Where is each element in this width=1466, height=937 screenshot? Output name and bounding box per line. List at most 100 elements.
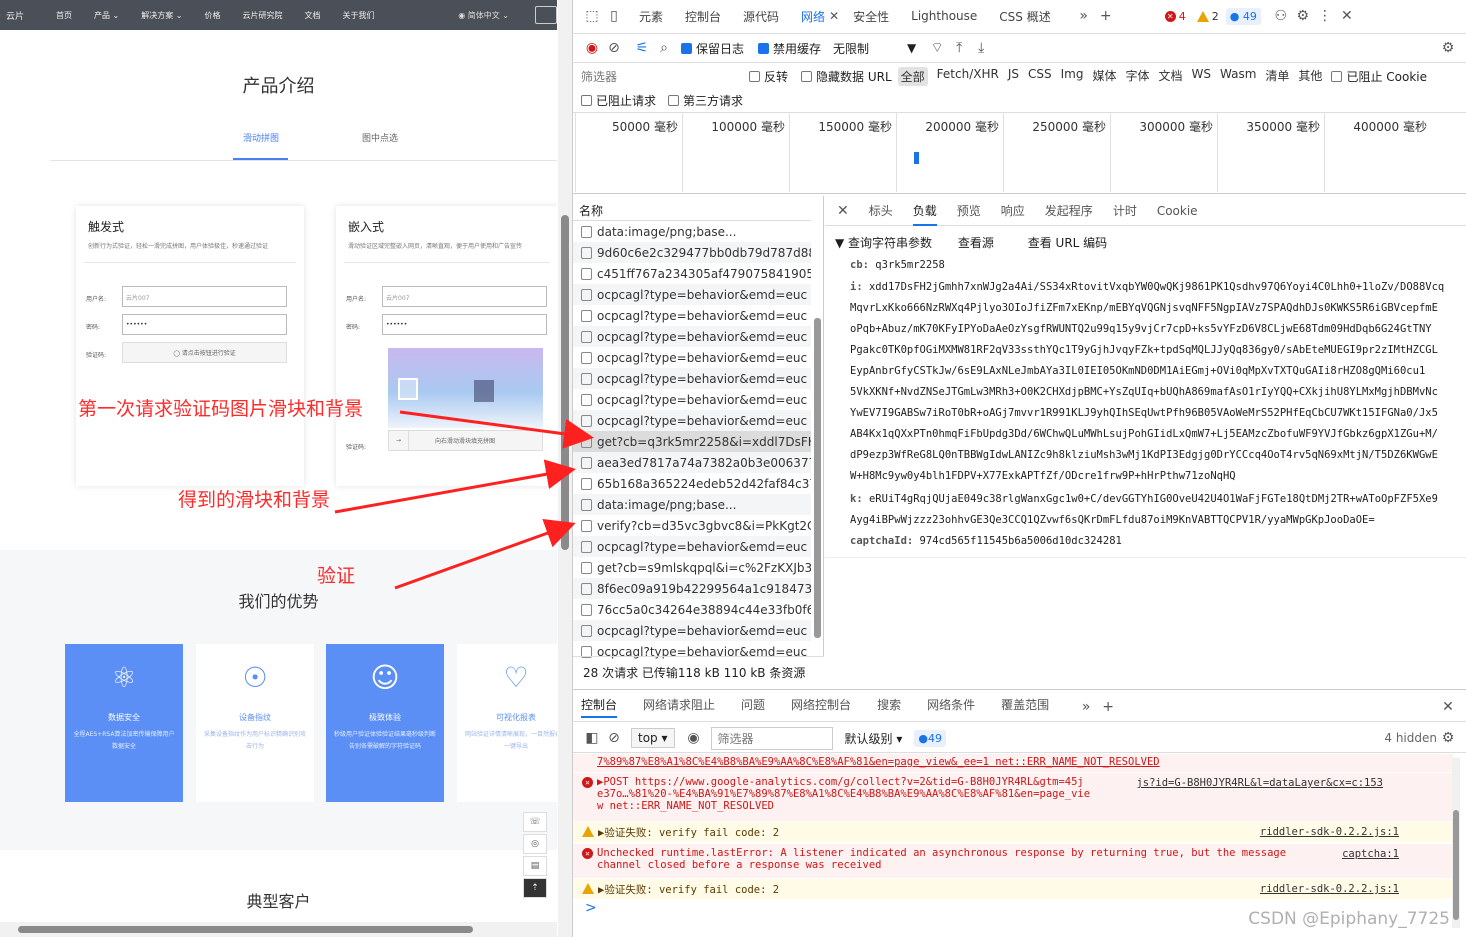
tab-initiator[interactable]: 发起程序 bbox=[1045, 202, 1093, 219]
console-source-link[interactable]: riddler-sdk-0.2.2.js:1 bbox=[1260, 826, 1399, 838]
view-source-link[interactable]: 查看源 bbox=[958, 236, 994, 250]
tab-elements[interactable]: 元素 bbox=[639, 8, 663, 25]
filter-type-4[interactable]: Img bbox=[1061, 67, 1084, 86]
phone-icon[interactable]: ☏ bbox=[523, 812, 547, 832]
nav-item-product[interactable]: 产品 ⌄ bbox=[94, 10, 119, 21]
back-to-top-icon[interactable]: ⇡ bbox=[523, 878, 547, 898]
filter-type-9[interactable]: Wasm bbox=[1220, 67, 1256, 86]
search-icon[interactable]: ⌕ bbox=[653, 37, 675, 59]
console-sidebar-icon[interactable]: ◧ bbox=[581, 727, 603, 749]
invert-checkbox[interactable] bbox=[749, 70, 760, 82]
close-tab-icon[interactable]: ✕ bbox=[829, 9, 839, 23]
drawer-tab-2[interactable]: 问题 bbox=[741, 696, 765, 718]
param-k-line[interactable]: Ayg4iBPwWjzzz23ohhvGE3Qe3CCQ1QZvwf6sQKrD… bbox=[850, 514, 1462, 526]
nav-item-docs[interactable]: 文档 bbox=[305, 10, 321, 21]
username-field[interactable]: 云片007 bbox=[382, 286, 547, 307]
drawer-tab-6[interactable]: 覆盖范围 bbox=[1001, 696, 1049, 718]
info-count-badge[interactable]: ● 49 bbox=[1225, 7, 1261, 25]
tab-click-select[interactable]: 图中点选 bbox=[362, 131, 398, 144]
request-list-scrollbar[interactable] bbox=[814, 318, 821, 638]
filter-type-7[interactable]: 文档 bbox=[1159, 67, 1183, 86]
console-error-row[interactable]: ✕ ▶POST https://www.google-analytics.com/… bbox=[573, 773, 1453, 821]
site-logo[interactable]: 云片 bbox=[6, 9, 44, 22]
network-conditions-icon[interactable]: ⌔ bbox=[926, 37, 948, 59]
settings-gear-icon[interactable]: ⚙ bbox=[1292, 5, 1314, 27]
issues-count-badge[interactable]: ● 49 bbox=[914, 729, 946, 747]
request-row[interactable]: ocpcagl?type=behavior&emd=euc bbox=[573, 368, 811, 389]
nav-item-about[interactable]: 关于我们 bbox=[343, 10, 375, 21]
param-i-line[interactable]: i: xdd17DsFH2jGmhh7xnWJg2a4Ai/SS34xRtovi… bbox=[850, 281, 1462, 293]
filter-input[interactable]: 筛选器 bbox=[581, 68, 749, 85]
param-i-line[interactable]: YwEV7I9GABSw7iRoT0bR+oAGj7mvvr1R991KLJ9y… bbox=[850, 407, 1462, 419]
filter-type-8[interactable]: WS bbox=[1192, 67, 1211, 86]
kebab-menu-icon[interactable]: ⋮ bbox=[1314, 5, 1336, 27]
filter-type-11[interactable]: 其他 bbox=[1298, 67, 1322, 86]
console-source-link[interactable]: riddler-sdk-0.2.2.js:1 bbox=[1260, 883, 1399, 895]
more-drawer-tabs-icon[interactable]: » bbox=[1075, 696, 1097, 718]
param-captchaid[interactable]: captchaId: 974cd565f11545b6a5006d10dc324… bbox=[850, 535, 1462, 547]
console-settings-icon[interactable]: ⚙ bbox=[1437, 727, 1459, 749]
more-tabs-icon[interactable]: » bbox=[1073, 5, 1095, 27]
filter-type-5[interactable]: 媒体 bbox=[1092, 67, 1116, 86]
blocked-requests-checkbox[interactable] bbox=[581, 94, 592, 106]
captcha-trigger-button[interactable]: ◯ 请点击按钮进行验证 bbox=[122, 342, 287, 363]
tab-response[interactable]: 响应 bbox=[1001, 202, 1025, 219]
console-warning-row[interactable]: ▶验证失败: verify fail code: 2 riddler-sdk-0… bbox=[573, 879, 1453, 899]
slider-arrow-icon[interactable]: → bbox=[389, 431, 409, 450]
console-scrollbar[interactable] bbox=[1452, 758, 1460, 928]
request-row[interactable]: ocpcagl?type=behavior&emd=euc bbox=[573, 347, 811, 368]
drawer-tab-3[interactable]: 网络控制台 bbox=[791, 696, 851, 718]
request-row[interactable]: ocpcagl?type=behavior&emd=euc bbox=[573, 536, 811, 557]
request-row[interactable]: ocpcagl?type=behavior&emd=euc bbox=[573, 620, 811, 641]
tab-security[interactable]: 安全性 bbox=[853, 8, 889, 25]
third-party-checkbox[interactable] bbox=[668, 94, 680, 106]
export-har-icon[interactable]: ⤓ bbox=[970, 37, 992, 59]
filter-type-10[interactable]: 清单 bbox=[1265, 67, 1289, 86]
filter-type-0[interactable]: 全部 bbox=[897, 66, 928, 86]
name-column-header[interactable]: 名称 bbox=[579, 202, 603, 219]
request-row[interactable]: ocpcagl?type=behavior&emd=euc bbox=[573, 410, 811, 431]
filter-icon[interactable]: ⚟ bbox=[631, 37, 653, 59]
request-row[interactable]: 9d60c6e2c329477bb0db79d787d889... bbox=[573, 242, 811, 263]
param-i-line[interactable]: dP9ezp3WfReG8LQ0nTBBWgIdwLANIZc9h8klziuM… bbox=[850, 449, 1462, 461]
tab-slide-puzzle[interactable]: 滑动拼图 bbox=[243, 131, 279, 144]
request-row[interactable]: verify?cb=d35vc3gbvc8&i=PkKgt2CL... bbox=[573, 515, 811, 536]
tab-network[interactable]: 网络 bbox=[801, 8, 825, 25]
request-row[interactable]: ocpcagl?type=behavior&emd=euc bbox=[573, 389, 811, 410]
puzzle-slider-piece[interactable] bbox=[398, 378, 418, 400]
password-field[interactable]: •••••• bbox=[382, 314, 547, 335]
warning-count-badge[interactable]: 2 bbox=[1193, 8, 1223, 25]
issues-icon[interactable]: ⚇ bbox=[1270, 5, 1292, 27]
device-toolbar-icon[interactable]: ▯ bbox=[603, 5, 625, 27]
username-field[interactable]: 云片007 bbox=[122, 286, 287, 307]
nav-item-solutions[interactable]: 解决方案 ⌄ bbox=[141, 10, 182, 21]
import-har-icon[interactable]: ⤒ bbox=[948, 37, 970, 59]
request-row[interactable]: get?cb=q3rk5mr2258&i=xddl7DsFH2... bbox=[573, 431, 811, 452]
tab-timing[interactable]: 计时 bbox=[1113, 202, 1137, 219]
param-i-line[interactable]: EypAnbrGfyCSTkJw/6sE9LAxNLeJmbAYa3IL0IEI… bbox=[850, 365, 1462, 377]
request-row[interactable]: data:image/png;base... bbox=[573, 494, 811, 515]
tab-sources[interactable]: 源代码 bbox=[743, 8, 779, 25]
inspect-element-icon[interactable]: ⬚ bbox=[581, 5, 603, 27]
network-settings-icon[interactable]: ⚙ bbox=[1437, 37, 1459, 59]
request-row[interactable]: ocpcagl?type=behavior&emd=euc bbox=[573, 305, 811, 326]
tab-cookies[interactable]: Cookie bbox=[1157, 204, 1198, 218]
scrollbar-thumb[interactable] bbox=[1453, 810, 1459, 920]
tab-css-overview[interactable]: CSS 概述 bbox=[999, 8, 1050, 25]
request-row[interactable]: get?cb=s9mlskqpql&i=c%2FzKXJb3X... bbox=[573, 557, 811, 578]
tab-console[interactable]: 控制台 bbox=[685, 8, 721, 25]
request-row[interactable]: 8f6ec09a919b42299564a1c91847384... bbox=[573, 578, 811, 599]
query-params-section-toggle[interactable]: ▼ 查询字符串参数 bbox=[835, 236, 932, 250]
language-selector[interactable]: ◉ 简体中文 ⌄ bbox=[458, 10, 509, 21]
tab-headers[interactable]: 标头 bbox=[869, 202, 893, 219]
password-field[interactable]: •••••• bbox=[122, 314, 287, 335]
request-row[interactable]: ocpcagl?type=behavior&emd=euc bbox=[573, 326, 811, 347]
request-row[interactable]: ocpcagl?type=behavior&emd=euc bbox=[573, 284, 811, 305]
console-error-row[interactable]: ✕ Unchecked runtime.lastError: A listener… bbox=[573, 844, 1453, 878]
param-i-line[interactable]: 5VkXKNf+NvdZNSeJTGmLw3MRh3+O0K2CHXdjpBMC… bbox=[850, 386, 1462, 398]
filter-type-1[interactable]: Fetch/XHR bbox=[937, 67, 999, 86]
clear-console-icon[interactable]: ⊘ bbox=[603, 727, 625, 749]
blocked-cookie-checkbox[interactable] bbox=[1331, 70, 1343, 82]
drawer-tab-4[interactable]: 搜索 bbox=[877, 696, 901, 718]
request-row[interactable]: ocpcagl?type=behavior&emd=euc bbox=[573, 641, 811, 662]
